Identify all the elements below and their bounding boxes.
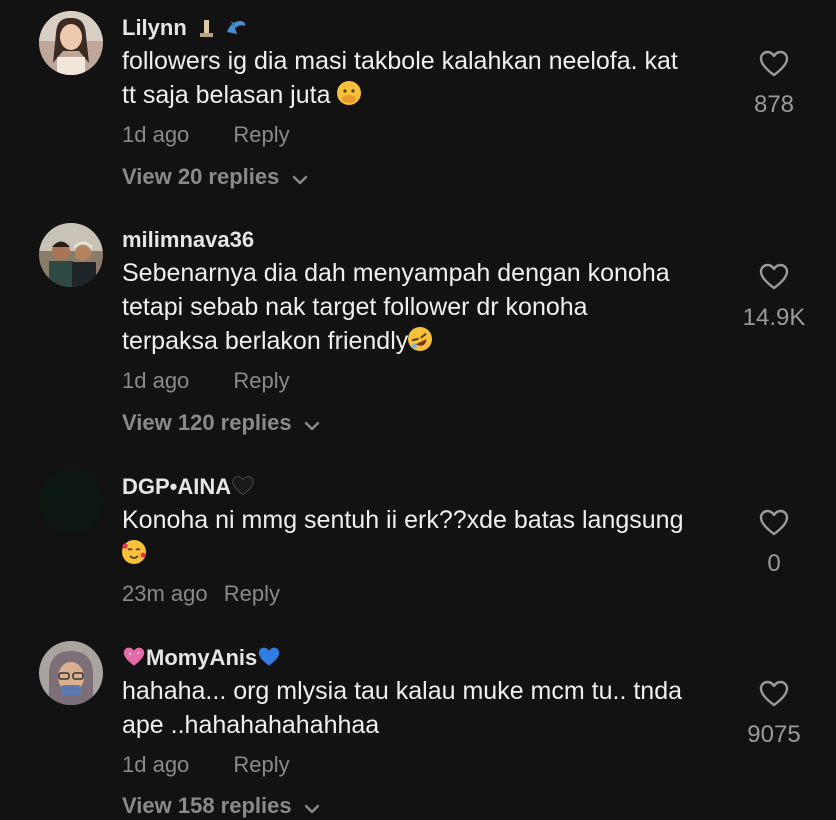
username[interactable]: milimnava36 bbox=[122, 227, 254, 253]
timestamp: 1d ago bbox=[122, 122, 190, 147]
rolling-on-floor-laughing-emoji bbox=[404, 323, 437, 355]
like-count: 9075 bbox=[747, 721, 801, 748]
like-button[interactable]: 14.9K bbox=[730, 263, 818, 332]
view-replies-button[interactable]: View 20 replies bbox=[122, 164, 308, 191]
like-count: 0 bbox=[767, 550, 781, 577]
heart-icon bbox=[730, 509, 818, 542]
sparkling-heart-icon bbox=[122, 646, 146, 674]
view-replies-button[interactable]: View 120 replies bbox=[122, 410, 320, 437]
username[interactable]: Lilynn bbox=[122, 15, 247, 44]
black-heart-icon bbox=[231, 475, 255, 503]
avatar[interactable] bbox=[39, 470, 103, 534]
reply-button[interactable]: Reply bbox=[233, 122, 289, 147]
comment-meta: 1d ago Reply bbox=[122, 122, 290, 148]
avatar[interactable] bbox=[39, 641, 103, 705]
username[interactable]: DGP•AINA bbox=[122, 474, 255, 503]
comment-meta: 1d ago Reply bbox=[122, 368, 290, 394]
tower-icon bbox=[197, 18, 215, 44]
avatar[interactable] bbox=[39, 223, 103, 287]
comment-text: followers ig dia masi takbole kalahkan n… bbox=[122, 47, 678, 109]
comment-meta: 1d ago Reply bbox=[122, 752, 290, 778]
chevron-down-icon bbox=[292, 165, 308, 191]
timestamp: 1d ago bbox=[122, 752, 190, 777]
face-hand-over-mouth-emoji bbox=[337, 81, 362, 105]
comment-meta: 23m ago Reply bbox=[122, 581, 280, 607]
timestamp: 1d ago bbox=[122, 368, 190, 393]
like-button[interactable]: 878 bbox=[730, 50, 818, 119]
reply-button[interactable]: Reply bbox=[233, 752, 289, 777]
reply-button[interactable]: Reply bbox=[233, 368, 289, 393]
timestamp: 23m ago bbox=[122, 581, 208, 606]
heart-icon bbox=[730, 50, 818, 83]
heart-icon bbox=[730, 263, 818, 296]
comment-text: hahaha... org mlysia tau kalau muke mcm … bbox=[122, 677, 682, 739]
like-button[interactable]: 0 bbox=[730, 509, 818, 578]
comment-text: Sebenarnya dia dah menyampah dengan kono… bbox=[122, 259, 670, 355]
username[interactable]: MomyAnis bbox=[122, 645, 281, 674]
avatar[interactable] bbox=[39, 11, 103, 75]
chevron-down-icon bbox=[304, 411, 320, 437]
heart-icon bbox=[730, 680, 818, 713]
smiling-face-with-hearts-emoji bbox=[122, 540, 146, 564]
comment-text: Konoha ni mmg sentuh ii erk??xde batas l… bbox=[122, 503, 722, 571]
chevron-down-icon bbox=[304, 794, 320, 820]
like-count: 878 bbox=[753, 91, 795, 118]
blue-heart-icon bbox=[257, 646, 281, 674]
like-count: 14.9K bbox=[742, 304, 806, 331]
like-button[interactable]: 9075 bbox=[730, 680, 818, 749]
dolphin-icon bbox=[225, 18, 247, 44]
reply-button[interactable]: Reply bbox=[224, 581, 280, 606]
